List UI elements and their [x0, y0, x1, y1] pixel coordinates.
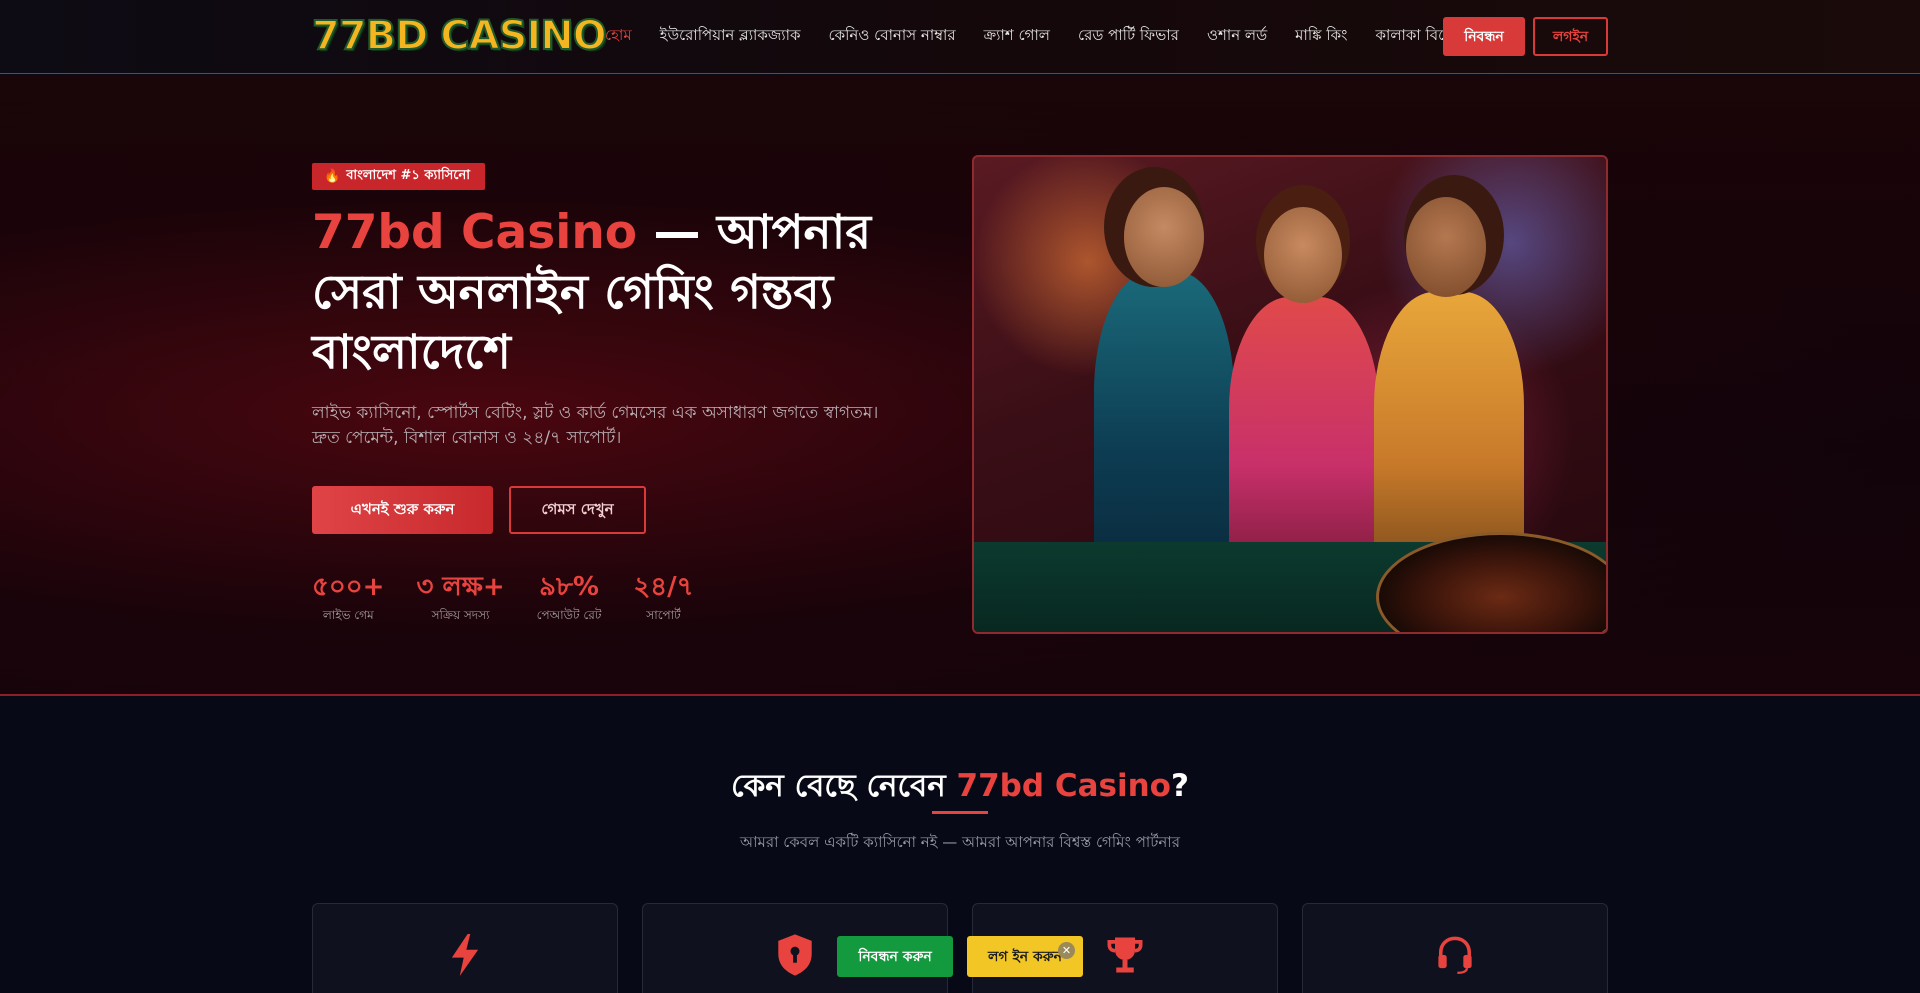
headset-icon: [1303, 934, 1607, 976]
fire-icon: 🔥: [324, 169, 341, 184]
hero-badge: 🔥 বাংলাদেশ #১ ক্যাসিনো: [312, 163, 486, 190]
stat-support: ২৪/৭ সাপোর্ট: [633, 571, 693, 627]
stat-active-members: ৩ লক্ষ+ সক্রিয় সদস্য: [416, 571, 504, 627]
hero-subtitle-line2: দ্রুত পেমেন্ট, বিশাল বোনাস ও ২৪/৭ সাপোর্…: [312, 428, 622, 448]
hero-badge-text: বাংলাদেশ #১ ক্যাসিনো: [346, 168, 471, 183]
hero-title: 77bd Casino — আপনার সেরা অনলাইন গেমিং গন…: [312, 203, 952, 383]
site-logo[interactable]: 77BD CASINO: [311, 12, 608, 60]
nav-item-keno-bonus-number[interactable]: কেনিও বোনাস নাম্বার: [829, 24, 956, 49]
stat-label: সাপোর্ট: [646, 608, 681, 622]
stat-label: সক্রিয় সদস্য: [431, 608, 490, 622]
why-title-underline: [932, 811, 988, 814]
register-button[interactable]: নিবন্ধন: [1443, 17, 1525, 56]
stat-label: পেআউট রেট: [536, 608, 602, 622]
view-games-button[interactable]: গেমস দেখুন: [509, 486, 646, 534]
nav-item-european-blackjack[interactable]: ইউরোপিয়ান ব্ল্যাকজ্যাক: [660, 24, 801, 49]
why-title-suffix: ?: [1170, 768, 1189, 804]
floating-register-button[interactable]: নিবন্ধন করুন: [837, 936, 953, 977]
why-title-accent: 77bd Casino: [956, 768, 1171, 804]
stat-value: ৩ লক্ষ+: [416, 572, 505, 602]
stat-payout-rate: ৯৮% পেআউট রেট: [537, 571, 602, 627]
login-button[interactable]: লগইন: [1533, 17, 1608, 56]
hero-title-accent: 77bd Casino: [312, 205, 638, 260]
feature-card: [312, 903, 618, 993]
hero-subtitle-line1: লাইভ ক্যাসিনো, স্পোর্টস বেটিং, স্লট ও কা…: [312, 403, 879, 423]
hero-stats: ৫০০+ লাইভ গেম ৩ লক্ষ+ সক্রিয় সদস্য ৯৮% …: [312, 571, 694, 627]
start-now-button[interactable]: এখনই শুরু করুন: [312, 486, 493, 534]
close-icon[interactable]: ✕: [1058, 942, 1075, 959]
stat-value: ২৪/৭: [633, 572, 694, 602]
hero-subtitle: লাইভ ক্যাসিনো, স্পোর্টস বেটিং, স্লট ও কা…: [312, 401, 912, 451]
hero-figure-head: [1264, 207, 1342, 303]
hero-section: 🔥 বাংলাদেশ #১ ক্যাসিনো 77bd Casino — আপন…: [0, 75, 1920, 696]
main-nav: হোম ইউরোপিয়ান ব্ল্যাকজ্যাক কেনিও বোনাস …: [605, 0, 1458, 72]
nav-item-crash-goal[interactable]: ক্র্যাশ গোল: [984, 24, 1050, 49]
nav-item-monkey-king[interactable]: মাঙ্কি কিং: [1295, 24, 1347, 49]
why-section-title: কেন বেছে নেবেন 77bd Casino?: [0, 762, 1920, 814]
hero-image: [972, 155, 1608, 634]
hero-figure: [1094, 272, 1234, 572]
why-title-prefix: কেন বেছে নেবেন: [731, 768, 957, 804]
why-section-subtitle: আমরা কেবল একটি ক্যাসিনো নই — আমরা আপনার …: [740, 833, 1180, 851]
lightning-icon: [313, 934, 617, 976]
stat-value: ৫০০+: [312, 572, 385, 602]
stat-label: লাইভ গেম: [322, 608, 374, 622]
site-header: 77BD CASINO হোম ইউরোপিয়ান ব্ল্যাকজ্যাক …: [0, 0, 1920, 74]
stat-value: ৯৮%: [539, 572, 599, 602]
hero-figure: [1229, 297, 1379, 577]
nav-item-home[interactable]: হোম: [605, 24, 632, 49]
hero-figure-head: [1406, 197, 1486, 297]
hero-figure-head: [1124, 187, 1204, 287]
stat-live-games: ৫০০+ লাইভ গেম: [312, 571, 384, 627]
nav-item-red-party-fever[interactable]: রেড পার্টি ফিভার: [1078, 24, 1179, 49]
feature-card: [1302, 903, 1608, 993]
nav-item-ocean-lord[interactable]: ওশান লর্ড: [1207, 24, 1267, 49]
